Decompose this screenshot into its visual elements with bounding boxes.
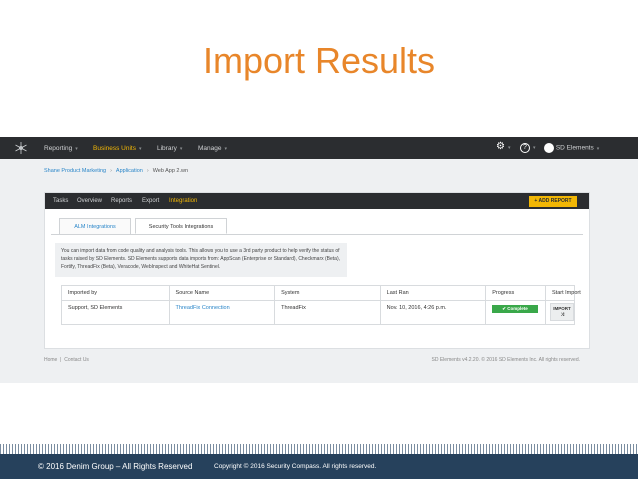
- avatar: [544, 143, 554, 153]
- settings-menu[interactable]: ⚙ ▾: [496, 141, 510, 152]
- home-link[interactable]: Home: [44, 357, 57, 363]
- column-header: Last Ran: [381, 286, 487, 300]
- column-header: Progress: [486, 286, 547, 300]
- last-ran-cell: Nov. 10, 2016, 4:26 p.m.: [381, 301, 487, 324]
- shuffle-icon: ⤨: [560, 312, 564, 317]
- chevron-down-icon: ▾: [179, 146, 183, 152]
- sd-elements-logo-icon[interactable]: [14, 141, 28, 155]
- card-toolbar: Tasks Overview Reports Export Integratio…: [45, 193, 589, 209]
- application-card: Tasks Overview Reports Export Integratio…: [44, 192, 590, 349]
- info-text: You can import data from code quality an…: [55, 243, 347, 277]
- chevron-down-icon: ▾: [75, 146, 78, 152]
- breadcrumb-item[interactable]: Application: [116, 168, 143, 174]
- breadcrumb-current: Web App 2.wn: [152, 168, 189, 174]
- tab-overview[interactable]: Overview: [77, 198, 102, 204]
- chevron-right-icon: ›: [110, 168, 112, 174]
- add-report-button[interactable]: + ADD REPORT: [529, 196, 577, 207]
- nav-business-units[interactable]: Business Units ▾: [93, 145, 142, 152]
- footer-right-text: Copyright © 2016 Security Compass. All r…: [214, 463, 377, 470]
- user-menu[interactable]: SD Elements ▾: [544, 143, 599, 153]
- tab-integration[interactable]: Integration: [169, 198, 197, 204]
- slide-footer: © 2016 Denim Group – All Rights Reserved…: [0, 454, 638, 479]
- app-footer: Home | Contact Us SD Elements v4.2.20. ©…: [44, 357, 580, 363]
- system-cell: ThreadFix: [275, 301, 381, 324]
- imported-by-cell: Support, SD Elements: [62, 301, 170, 324]
- table-header-row: Imported by Source Name System Last Ran …: [62, 286, 581, 301]
- help-icon: ?: [520, 143, 530, 153]
- footer-left-text: © 2016 Denim Group – All Rights Reserved: [38, 462, 193, 471]
- divider: [51, 234, 583, 235]
- source-name-cell: ThreadFix Connection: [170, 301, 276, 324]
- chevron-down-icon: ▾: [596, 145, 600, 152]
- import-button[interactable]: IMPORT ⤨: [550, 303, 575, 321]
- app-window: Reporting ▾ Business Units ▾ Library ▾ Mana…: [0, 137, 638, 383]
- nav-reporting[interactable]: Reporting ▾: [44, 145, 78, 152]
- tab-export[interactable]: Export: [142, 198, 159, 204]
- contact-link[interactable]: Contact Us: [64, 357, 89, 363]
- chevron-down-icon: ▾: [224, 146, 228, 152]
- column-header: System: [275, 286, 381, 300]
- breadcrumb-item[interactable]: Shane Product Marketing: [44, 168, 106, 174]
- imports-table: Imported by Source Name System Last Ran …: [61, 285, 581, 325]
- slide-title: Import Results: [202, 40, 436, 81]
- chevron-right-icon: ›: [146, 168, 149, 174]
- subtab-security-tools[interactable]: Security Tools Integrations: [135, 218, 227, 234]
- top-navigation: Reporting ▾ Business Units ▾ Library ▾ Mana…: [0, 137, 638, 159]
- tab-tasks[interactable]: Tasks: [53, 198, 68, 204]
- app-copyright: SD Elements v4.2.20. © 2016 SD Elements …: [431, 357, 580, 363]
- chevron-down-icon: ▾: [139, 146, 142, 152]
- column-header: Imported by: [62, 286, 170, 300]
- chevron-down-icon: ▾: [533, 145, 536, 151]
- column-header: Source Name: [170, 286, 276, 300]
- chevron-down-icon: ▾: [507, 145, 511, 151]
- progress-cell: ✔ Complete: [486, 301, 547, 324]
- breadcrumb: Shane Product Marketing › Application › Web …: [44, 168, 188, 174]
- nav-manage[interactable]: Manage ▾: [198, 145, 227, 152]
- table-row: Support, SD Elements ThreadFix Connectio…: [62, 301, 575, 324]
- start-import-cell: IMPORT ⤨: [546, 301, 575, 324]
- status-badge: ✔ Complete: [492, 305, 538, 313]
- tab-reports[interactable]: Reports: [111, 198, 132, 204]
- gear-icon: ⚙: [496, 141, 505, 152]
- column-header: Start Import: [552, 290, 581, 296]
- nav-library[interactable]: Library ▾: [157, 145, 182, 152]
- source-name-link[interactable]: ThreadFix Connection: [176, 305, 230, 311]
- help-menu[interactable]: ? ▾: [520, 143, 536, 153]
- subtab-alm-integrations[interactable]: ALM Integrations: [59, 218, 131, 234]
